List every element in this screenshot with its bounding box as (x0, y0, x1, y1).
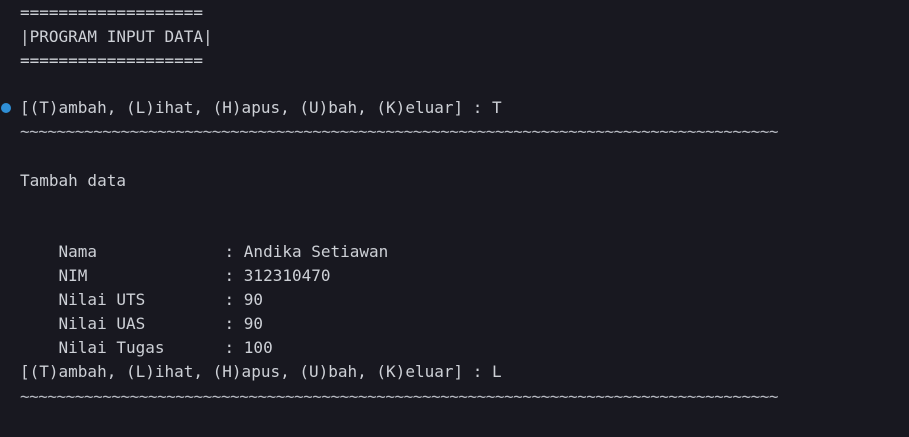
separator-line-2: ~~~~~~~~~~~~~~~~~~~~~~~~~~~~~~~~~~~~~~~~… (20, 387, 779, 406)
header-border-bottom: =================== (20, 51, 204, 70)
field-label: Nilai Tugas (58, 338, 165, 357)
menu-prompt-2: [(T)ambah, (L)ihat, (H)apus, (U)bah, (K)… (20, 362, 502, 381)
form-field-nilai-uas: Nilai UAS: 90 (20, 288, 264, 333)
terminal-output[interactable]: =================== |PROGRAM INPUT DATA|… (0, 0, 909, 437)
form-field-nilai-tugas: Nilai Tugas : 100 (20, 312, 273, 357)
field-value: : 100 (224, 338, 273, 357)
separator-line-1: ~~~~~~~~~~~~~~~~~~~~~~~~~~~~~~~~~~~~~~~~… (20, 122, 779, 141)
form-field-nim: NIM: 312310470 (20, 240, 331, 285)
program-title: |PROGRAM INPUT DATA| (20, 27, 213, 46)
command-marker-icon[interactable] (1, 103, 11, 113)
menu-prompt-1: [(T)ambah, (L)ihat, (H)apus, (U)bah, (K)… (20, 98, 502, 117)
section-title: Tambah data (20, 171, 126, 190)
form-field-nama: Nama: Andika Setiawan (20, 216, 389, 261)
form-field-nilai-uts: Nilai UTS: 90 (20, 264, 264, 309)
header-border-top: =================== (20, 3, 204, 22)
